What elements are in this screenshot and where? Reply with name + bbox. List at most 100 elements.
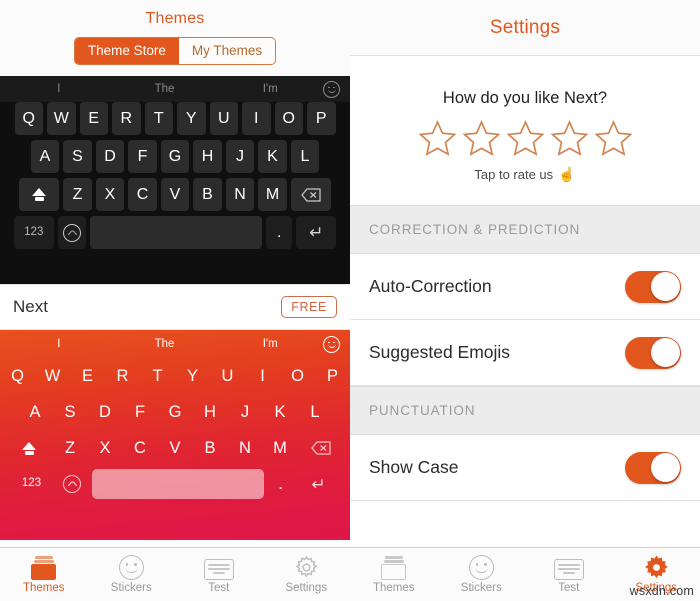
theme-list-item-next[interactable]: Next FREE: [0, 284, 350, 330]
key-z[interactable]: Z: [63, 178, 92, 211]
key-h[interactable]: H: [193, 140, 222, 173]
tab-test[interactable]: Test: [525, 548, 613, 601]
toggle-auto-correction[interactable]: [625, 270, 681, 303]
period-key[interactable]: .: [268, 466, 294, 502]
shift-key[interactable]: [9, 430, 51, 466]
star-icon-2[interactable]: [462, 120, 500, 156]
backspace-key[interactable]: [300, 430, 342, 466]
key-d[interactable]: D: [95, 140, 125, 173]
tab-themes[interactable]: Themes: [350, 548, 438, 601]
key-g[interactable]: G: [160, 394, 191, 430]
key-b[interactable]: B: [195, 430, 226, 466]
key-j[interactable]: J: [230, 394, 261, 430]
key-s[interactable]: S: [63, 140, 92, 173]
key-m[interactable]: M: [265, 430, 296, 466]
tab-settings[interactable]: Settings: [613, 548, 700, 601]
tab-settings[interactable]: Settings: [263, 548, 351, 601]
dark-keyboard-preview[interactable]: I The I'm Q W E R T Y U I O P A S D F G …: [0, 76, 350, 284]
star-icon-4[interactable]: [550, 120, 588, 156]
tab-my-themes[interactable]: My Themes: [178, 38, 276, 64]
numeric-key[interactable]: 123: [11, 466, 53, 502]
key-r[interactable]: R: [112, 102, 141, 135]
key-k[interactable]: K: [258, 140, 287, 173]
key-c[interactable]: C: [125, 430, 156, 466]
star-icon-5[interactable]: [594, 120, 632, 156]
key-e[interactable]: E: [79, 102, 108, 135]
return-key[interactable]: ↵: [298, 466, 340, 502]
key-n[interactable]: N: [225, 178, 255, 211]
rating-cta[interactable]: Tap to rate us ☝: [474, 166, 575, 183]
toggle-show-case[interactable]: [625, 451, 681, 484]
key-s[interactable]: S: [55, 394, 86, 430]
key-h[interactable]: H: [195, 394, 226, 430]
key-o[interactable]: O: [274, 102, 303, 135]
setting-row-auto-correction[interactable]: Auto-Correction: [350, 254, 700, 320]
return-key[interactable]: ↵: [296, 216, 337, 249]
key-z[interactable]: Z: [55, 430, 86, 466]
key-c[interactable]: C: [128, 178, 157, 211]
key-g[interactable]: G: [160, 140, 190, 173]
suggestion-word[interactable]: The: [112, 338, 218, 350]
toggle-suggested-emojis[interactable]: [625, 336, 681, 369]
setting-row-suggested-emojis[interactable]: Suggested Emojis: [350, 320, 700, 386]
key-p[interactable]: P: [307, 102, 336, 135]
key-f[interactable]: F: [128, 140, 157, 173]
key-u[interactable]: U: [212, 358, 243, 394]
orange-keyboard-preview[interactable]: I The I'm Q W E R T Y U I O P A S D F G …: [0, 330, 350, 540]
star-rating-control[interactable]: [418, 120, 632, 156]
theme-segmented-control[interactable]: Theme Store My Themes: [73, 37, 277, 65]
key-i[interactable]: I: [247, 358, 278, 394]
key-m[interactable]: M: [258, 178, 287, 211]
suggestion-word[interactable]: The: [112, 83, 218, 95]
wave-key[interactable]: [57, 216, 87, 249]
key-w[interactable]: W: [47, 102, 76, 135]
key-v[interactable]: V: [160, 430, 191, 466]
key-w[interactable]: W: [37, 358, 68, 394]
key-j[interactable]: J: [225, 140, 255, 173]
key-y[interactable]: Y: [177, 358, 208, 394]
backspace-key[interactable]: [290, 178, 331, 211]
key-q[interactable]: Q: [2, 358, 33, 394]
key-k[interactable]: K: [265, 394, 296, 430]
tab-stickers[interactable]: Stickers: [88, 548, 176, 601]
key-t[interactable]: T: [144, 102, 173, 135]
suggestion-word[interactable]: I: [6, 83, 112, 95]
key-x[interactable]: X: [95, 178, 125, 211]
key-b[interactable]: B: [193, 178, 222, 211]
key-t[interactable]: T: [142, 358, 173, 394]
period-key[interactable]: .: [266, 216, 293, 249]
shift-key[interactable]: [19, 178, 60, 211]
wave-key[interactable]: [57, 466, 88, 502]
key-a[interactable]: A: [20, 394, 51, 430]
key-u[interactable]: U: [209, 102, 238, 135]
key-p[interactable]: P: [317, 358, 348, 394]
smiley-icon[interactable]: [323, 80, 341, 98]
tab-theme-store[interactable]: Theme Store: [74, 38, 179, 64]
key-r[interactable]: R: [107, 358, 138, 394]
smiley-icon[interactable]: [323, 335, 341, 353]
key-o[interactable]: O: [282, 358, 313, 394]
suggestion-word[interactable]: I'm: [217, 83, 323, 95]
suggestion-bar-dark[interactable]: I The I'm: [0, 76, 350, 102]
key-y[interactable]: Y: [177, 102, 206, 135]
tab-themes[interactable]: Themes: [0, 548, 88, 601]
key-a[interactable]: A: [30, 140, 60, 173]
suggestion-bar-orange[interactable]: I The I'm: [0, 330, 350, 358]
key-q[interactable]: Q: [14, 102, 43, 135]
tab-test[interactable]: Test: [175, 548, 263, 601]
key-v[interactable]: V: [160, 178, 190, 211]
key-x[interactable]: X: [90, 430, 121, 466]
star-icon-3[interactable]: [506, 120, 544, 156]
key-l[interactable]: L: [290, 140, 320, 173]
space-key[interactable]: [90, 216, 263, 249]
key-d[interactable]: D: [90, 394, 121, 430]
setting-row-show-case[interactable]: Show Case: [350, 435, 700, 501]
key-e[interactable]: E: [72, 358, 103, 394]
price-badge[interactable]: FREE: [281, 295, 337, 319]
key-i[interactable]: I: [242, 102, 271, 135]
key-l[interactable]: L: [300, 394, 331, 430]
suggestion-word[interactable]: I: [6, 338, 112, 350]
tab-stickers[interactable]: Stickers: [438, 548, 526, 601]
space-key[interactable]: [91, 469, 264, 499]
key-f[interactable]: F: [125, 394, 156, 430]
